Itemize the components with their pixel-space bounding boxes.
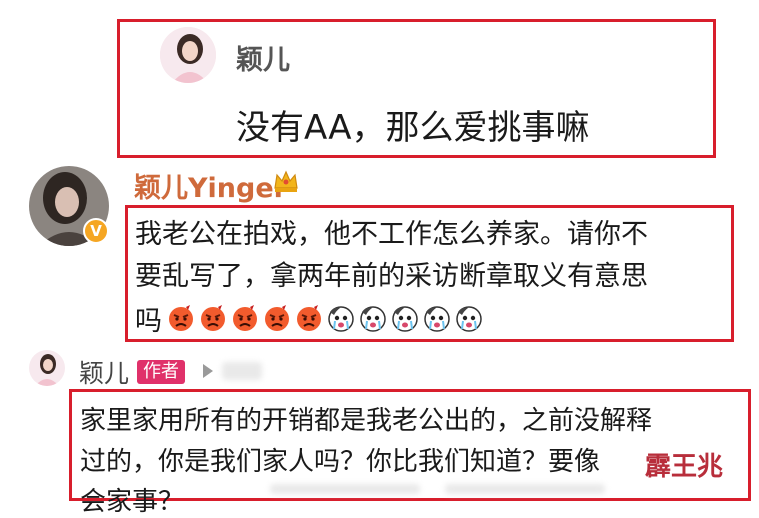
comment-1-text: 没有AA，那么爱挑事嘛: [236, 108, 590, 148]
comment-2-line-2: 要乱写了，拿两年前的采访断章取义有意思: [135, 261, 648, 292]
cry-emoji-icon: [328, 306, 354, 332]
cry-emoji-icon: [360, 306, 386, 332]
blurred-footer-1: [270, 484, 420, 494]
blurred-reply-target: [222, 362, 262, 380]
reply-arrow-icon: [203, 364, 213, 378]
angry-emoji-icon: [297, 305, 321, 331]
comment-3-line-3: 会家事？: [80, 487, 185, 517]
username-comment-3[interactable]: 颖儿: [79, 354, 129, 390]
crown-icon: [271, 166, 301, 196]
username-comment-2[interactable]: 颖儿Yinger: [134, 166, 287, 205]
watermark: 霹王兆: [645, 452, 724, 482]
comment-2-line-1: 我老公在拍戏，他不工作怎么养家。请你不: [135, 219, 648, 250]
username-comment-1[interactable]: 颖儿: [236, 38, 290, 77]
author-badge: 作者: [137, 360, 185, 384]
angry-emoji-icon: [201, 305, 225, 331]
blurred-footer-2: [445, 484, 605, 494]
cry-emoji-icon: [424, 306, 450, 332]
emoji-row: [166, 303, 484, 333]
comment-3-line-2: 过的，你是我们家人吗？你比我们知道？要像: [80, 447, 601, 477]
cry-emoji-icon: [392, 306, 418, 332]
comment-2-line-3: 吗: [135, 306, 162, 337]
avatar-comment-1[interactable]: [160, 27, 216, 83]
angry-emoji-icon: [169, 305, 193, 331]
avatar-comment-3[interactable]: [29, 350, 65, 386]
verified-v-icon: V: [83, 218, 109, 244]
comment-3-line-1: 家里家用所有的开销都是我老公出的，之前没解释: [80, 406, 653, 436]
angry-emoji-icon: [265, 305, 289, 331]
angry-emoji-icon: [233, 305, 257, 331]
cry-emoji-icon: [456, 306, 482, 332]
